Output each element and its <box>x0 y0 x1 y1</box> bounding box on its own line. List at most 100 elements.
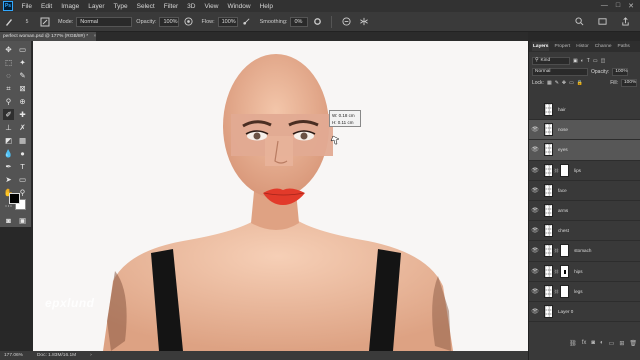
document-canvas[interactable]: W: 0.18 cm H: 0.11 cm epxlund <box>33 41 528 351</box>
filter-shape-icon[interactable]: ▭ <box>593 58 598 64</box>
shape-tool-icon[interactable]: ▭ <box>17 174 28 185</box>
mask-link-icon[interactable]: ⛓ <box>554 289 559 294</box>
layer-mask-thumbnail[interactable] <box>560 284 570 298</box>
tab-properties[interactable]: Propert <box>553 42 571 51</box>
layer-style-icon[interactable]: fx <box>582 340 587 346</box>
document-tab[interactable]: perfect woman.psd @ 177% (RGB/8#) * × <box>0 32 96 41</box>
menu-view[interactable]: View <box>200 3 223 10</box>
lock-all-icon[interactable]: 🔒 <box>577 80 583 86</box>
lock-position-icon[interactable]: ✥ <box>562 80 566 86</box>
layer-name[interactable]: stomach <box>574 248 591 253</box>
dodge-tool-icon[interactable]: ● <box>17 148 28 159</box>
layer-row[interactable]: 👁 ⛓ hips <box>529 262 640 282</box>
marquee-tool-icon[interactable]: ⬚ <box>3 57 14 68</box>
layer-name[interactable]: face <box>558 188 567 193</box>
tab-paths[interactable]: Paths <box>617 42 631 51</box>
pen-tool-icon[interactable]: ✒ <box>3 161 14 172</box>
layer-name[interactable]: legs <box>574 289 582 294</box>
visibility-eye-icon[interactable]: 👁 <box>529 187 541 194</box>
mask-link-icon[interactable]: ⛓ <box>554 248 559 253</box>
layer-opacity-field[interactable]: 100% <box>612 67 629 76</box>
layer-mask-thumbnail[interactable] <box>560 244 570 258</box>
layer-row[interactable]: 👁 nose <box>529 120 640 141</box>
layer-name[interactable]: lips <box>574 168 581 173</box>
path-select-tool-icon[interactable]: ➤ <box>3 174 14 185</box>
layer-name[interactable]: arms <box>558 208 568 213</box>
new-group-icon[interactable]: ▭ <box>609 340 615 347</box>
add-mask-icon[interactable]: ◙ <box>591 340 595 346</box>
tab-layers[interactable]: Layers <box>532 42 550 51</box>
opacity-field[interactable]: 100% <box>159 16 180 27</box>
visibility-eye-icon[interactable]: 👁 <box>529 247 541 254</box>
gradient-tool-icon[interactable]: ▦ <box>17 135 28 146</box>
history-brush-tool-icon[interactable]: ✗ <box>17 122 28 133</box>
workspace-icon[interactable] <box>596 16 608 28</box>
layer-row[interactable]: 👁 face <box>529 181 640 201</box>
pressure-size-icon[interactable] <box>340 16 352 28</box>
layer-row[interactable]: 👁 chest <box>529 221 640 242</box>
layer-row[interactable]: 👁 Layer 0 <box>529 302 640 323</box>
layer-name[interactable]: Layer 0 <box>558 309 573 314</box>
new-layer-icon[interactable]: ⊞ <box>619 340 624 347</box>
ruler-tool-icon[interactable]: ⊕ <box>17 96 28 107</box>
lock-artboard-icon[interactable]: ▭ <box>569 80 574 86</box>
filter-smart-icon[interactable]: ◫ <box>601 58 606 64</box>
brush-preset-icon[interactable] <box>3 16 15 28</box>
lock-transparent-icon[interactable]: ▦ <box>547 80 552 86</box>
airbrush-icon[interactable] <box>241 16 253 28</box>
zoom-level[interactable]: 177.06% <box>4 353 23 358</box>
layer-row[interactable]: 👁 arms <box>529 201 640 222</box>
symmetry-icon[interactable] <box>358 16 370 28</box>
layer-mask-thumbnail[interactable] <box>560 163 570 177</box>
flow-field[interactable]: 100% <box>217 16 238 27</box>
artboard-tool-icon[interactable]: ▭ <box>17 44 28 55</box>
eyedropper-tool-icon[interactable]: ⚲ <box>3 96 14 107</box>
visibility-eye-icon[interactable]: 👁 <box>529 207 541 214</box>
type-tool-icon[interactable]: T <box>17 161 28 172</box>
move-tool-icon[interactable]: ✥ <box>3 44 14 55</box>
menu-3d[interactable]: 3D <box>183 3 200 10</box>
document-close-icon[interactable]: × <box>93 34 96 39</box>
crop-tool-icon[interactable]: ⌗ <box>3 83 14 94</box>
layer-row[interactable]: hair <box>529 100 640 121</box>
layer-row[interactable]: 👁 ⛓ stomach <box>529 241 640 262</box>
visibility-eye-icon[interactable]: 👁 <box>529 308 541 315</box>
blur-tool-icon[interactable]: 💧 <box>3 148 14 159</box>
visibility-eye-icon[interactable]: 👁 <box>529 288 541 295</box>
filter-adjust-icon[interactable]: ◐ <box>581 58 584 64</box>
mode-select[interactable]: Normal <box>76 16 133 27</box>
frame-tool-icon[interactable]: ⊠ <box>17 83 28 94</box>
layer-name[interactable]: eyes <box>558 147 568 152</box>
clone-stamp-tool-icon[interactable]: ⊥ <box>3 122 14 133</box>
brush-size-picker[interactable]: 5 <box>21 16 33 28</box>
fill-field[interactable]: 100% <box>621 78 637 87</box>
magic-wand-tool-icon[interactable]: ✦ <box>17 57 28 68</box>
pressure-opacity-icon[interactable] <box>182 16 194 28</box>
status-arrow-icon[interactable]: › <box>90 353 92 358</box>
filter-pixel-icon[interactable]: ▣ <box>573 58 578 64</box>
visibility-eye-icon[interactable]: 👁 <box>529 146 541 153</box>
lasso-tool-icon[interactable]: ◌ <box>3 70 14 81</box>
menu-image[interactable]: Image <box>57 3 84 10</box>
visibility-eye-icon[interactable]: 👁 <box>529 126 541 133</box>
brush-settings-icon[interactable] <box>39 16 51 28</box>
mask-link-icon[interactable]: ⛓ <box>554 269 559 274</box>
menu-edit[interactable]: Edit <box>36 3 56 10</box>
layer-name[interactable]: hips <box>574 269 582 274</box>
menu-window[interactable]: Window <box>223 3 255 10</box>
layer-row[interactable]: 👁 ⛓ legs <box>529 282 640 302</box>
layer-row[interactable]: 👁 ⛓ lips <box>529 161 640 181</box>
foreground-color-swatch[interactable] <box>9 193 20 204</box>
menu-layer[interactable]: Layer <box>84 3 109 10</box>
menu-file[interactable]: File <box>17 3 36 10</box>
share-icon[interactable] <box>619 16 631 28</box>
blend-mode-select[interactable]: Normal <box>532 67 588 76</box>
smoothing-field[interactable]: 0% <box>290 16 309 27</box>
screen-mode-icon[interactable]: ▣ <box>17 215 28 226</box>
mask-link-icon[interactable]: ⛓ <box>554 168 559 173</box>
minimize-button[interactable]: — <box>601 2 608 10</box>
tab-history[interactable]: Histor <box>575 42 590 51</box>
search-icon[interactable] <box>573 16 585 28</box>
smoothing-settings-icon[interactable] <box>311 16 323 28</box>
tab-channels[interactable]: Channe <box>594 42 613 51</box>
